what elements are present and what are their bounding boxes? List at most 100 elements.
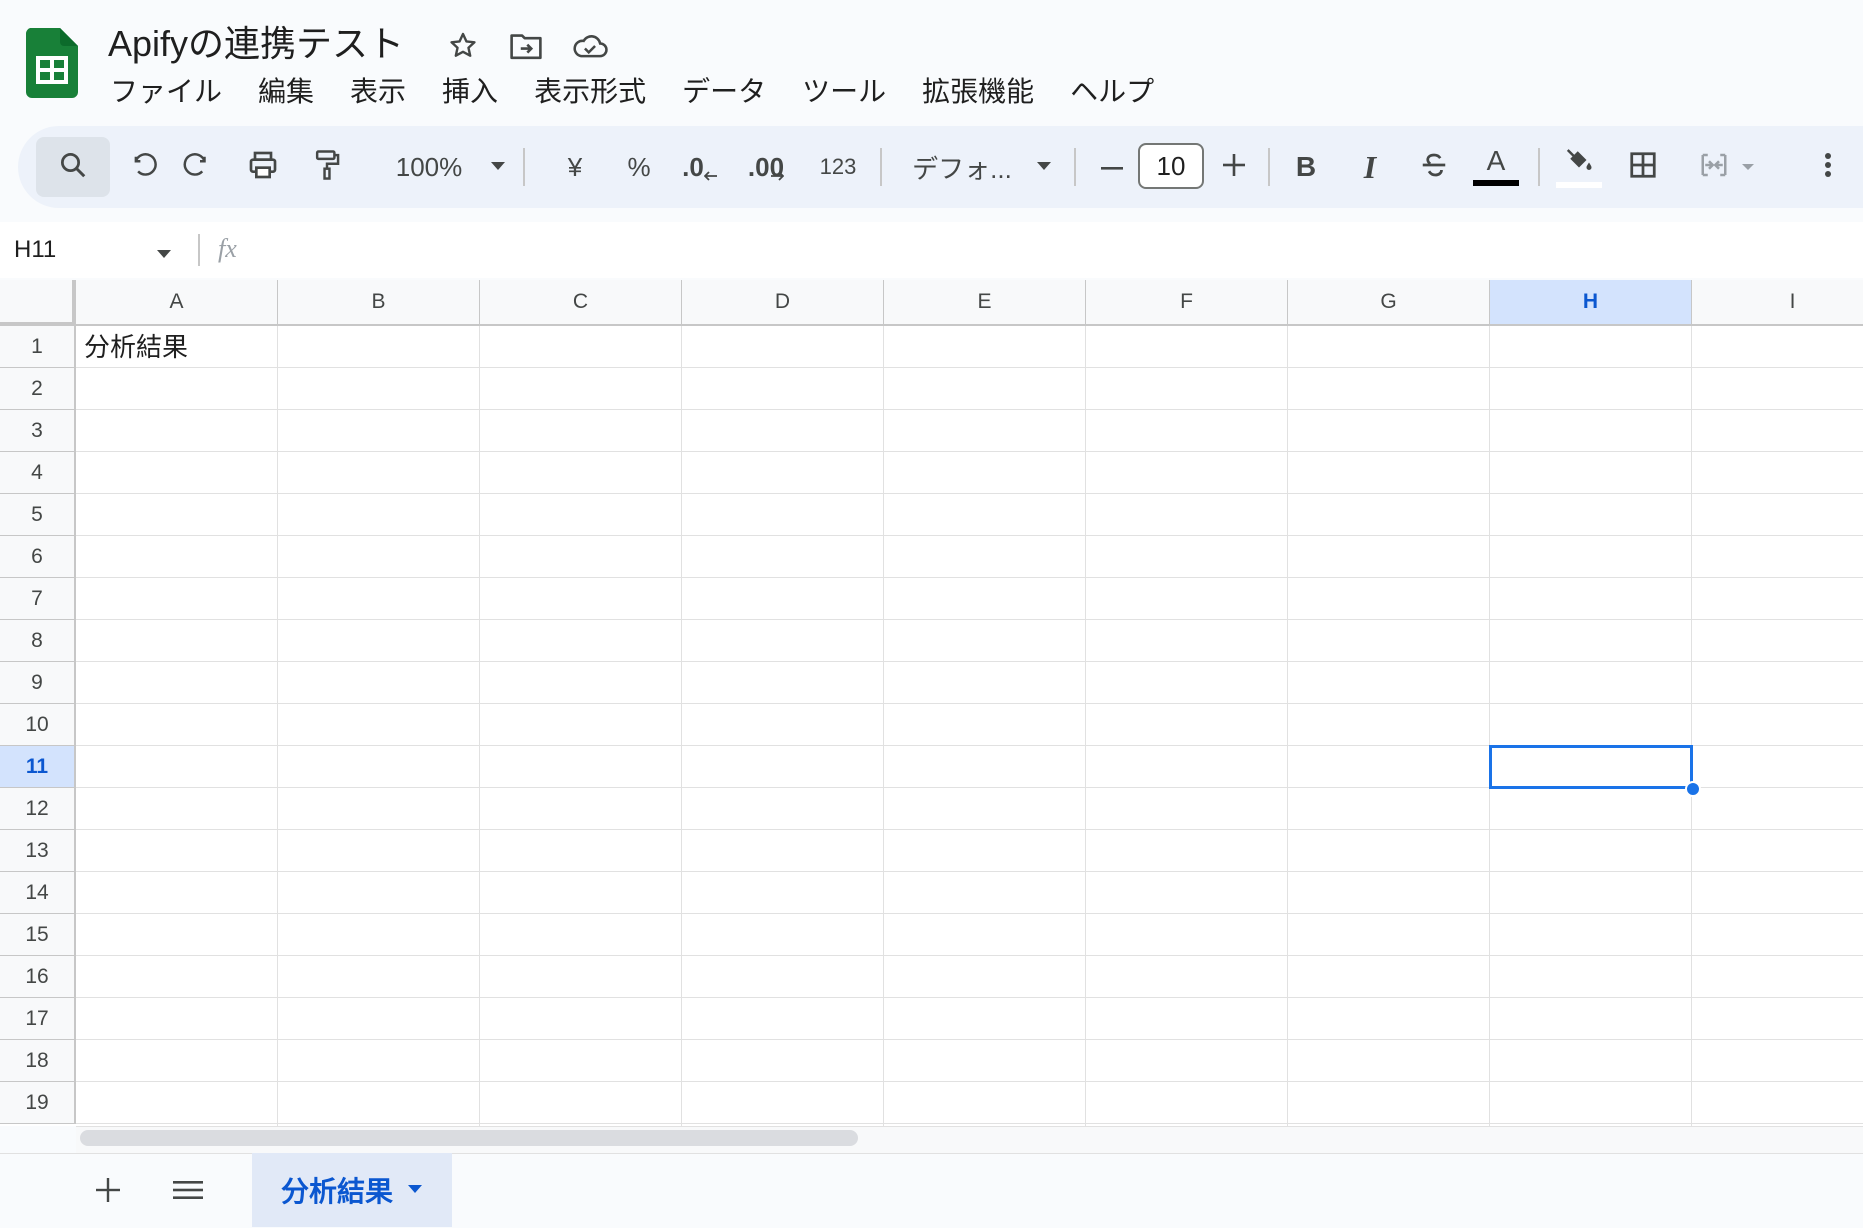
increase-font-size-button[interactable]	[1210, 137, 1258, 197]
cell-a1[interactable]: 分析結果	[84, 327, 188, 367]
strikethrough-button[interactable]	[1410, 137, 1458, 197]
menu-file[interactable]: ファイル	[92, 70, 240, 114]
strikethrough-icon	[1419, 150, 1449, 185]
column-header-i[interactable]: I	[1692, 280, 1863, 326]
row-header-11[interactable]: 11	[0, 746, 76, 788]
grid-line	[1085, 326, 1086, 1126]
format-currency-button[interactable]: ¥	[550, 137, 600, 197]
menu-help[interactable]: ヘルプ	[1052, 70, 1172, 114]
row-header-8[interactable]: 8	[0, 620, 76, 662]
row-header-15[interactable]: 15	[0, 914, 76, 956]
row-header-17[interactable]: 17	[0, 998, 76, 1040]
fill-handle[interactable]	[1685, 781, 1701, 797]
grid-line	[76, 703, 1863, 704]
decrease-decimal-label: .0	[682, 151, 704, 182]
menu-extensions[interactable]: 拡張機能	[904, 70, 1052, 114]
column-header-b[interactable]: B	[278, 280, 480, 326]
font-size-input[interactable]: 10	[1138, 143, 1204, 189]
row-header-5[interactable]: 5	[0, 494, 76, 536]
grid-line	[1691, 326, 1692, 1126]
undo-button[interactable]	[118, 137, 168, 197]
text-color-button[interactable]: A	[1470, 137, 1522, 197]
plus-icon	[1223, 153, 1245, 181]
cloud-saved-icon[interactable]	[570, 26, 610, 66]
name-box[interactable]: H11	[0, 222, 186, 278]
row-header-14[interactable]: 14	[0, 872, 76, 914]
grid-line	[76, 955, 1863, 956]
toolbar-divider	[523, 148, 525, 186]
menu-view[interactable]: 表示	[332, 70, 424, 114]
menu-data[interactable]: データ	[664, 70, 784, 114]
column-header-d[interactable]: D	[682, 280, 884, 326]
selected-cell-outline[interactable]	[1489, 745, 1693, 789]
row-header-3[interactable]: 3	[0, 410, 76, 452]
row-header-16[interactable]: 16	[0, 956, 76, 998]
format-percent-button[interactable]: %	[614, 137, 664, 197]
bold-button[interactable]: B	[1282, 137, 1330, 197]
row-header-1[interactable]: 1	[0, 326, 76, 368]
grid-line	[883, 326, 884, 1126]
star-icon[interactable]	[443, 26, 483, 66]
menu-tools[interactable]: ツール	[784, 70, 904, 114]
horizontal-scrollbar-thumb[interactable]	[80, 1130, 858, 1146]
italic-button[interactable]: I	[1346, 137, 1394, 197]
row-header-2[interactable]: 2	[0, 368, 76, 410]
spreadsheet-grid[interactable]: A B C D E F G H I 1 2 3 4 5 6 7 8 9 10 11 12 13 14 15 16 17 18 19 分析…	[0, 280, 1863, 1126]
increase-decimal-button[interactable]: .00	[736, 137, 796, 197]
redo-button[interactable]	[172, 137, 222, 197]
row-header-6[interactable]: 6	[0, 536, 76, 578]
undo-icon	[128, 150, 158, 185]
chevron-down-icon[interactable]	[407, 1181, 423, 1199]
document-title[interactable]: Apifyの連携テスト	[108, 19, 404, 69]
search-icon	[58, 150, 88, 185]
grid-line	[76, 997, 1863, 998]
number-format-button[interactable]: 123	[806, 137, 870, 197]
grid-line	[76, 409, 1863, 410]
text-color-swatch	[1473, 180, 1519, 186]
arrow-right-icon	[770, 168, 785, 186]
move-folder-icon[interactable]	[506, 26, 546, 66]
zoom-select[interactable]: 100%	[376, 137, 526, 197]
more-options-button[interactable]	[1808, 137, 1848, 197]
column-header-g[interactable]: G	[1288, 280, 1490, 326]
grid-line	[681, 326, 682, 1126]
chevron-down-icon	[1036, 158, 1052, 176]
row-header-4[interactable]: 4	[0, 452, 76, 494]
paint-format-button[interactable]	[302, 137, 352, 197]
borders-button[interactable]	[1618, 137, 1668, 197]
sheet-tab[interactable]: 分析結果	[252, 1153, 452, 1227]
print-button[interactable]	[238, 137, 288, 197]
menu-insert[interactable]: 挿入	[424, 70, 516, 114]
font-family-select[interactable]: デフォ...	[894, 137, 1070, 197]
row-header-13[interactable]: 13	[0, 830, 76, 872]
merge-cells-button[interactable]	[1684, 137, 1770, 197]
paint-format-icon	[312, 149, 342, 186]
fill-color-button[interactable]	[1554, 137, 1604, 197]
row-header-10[interactable]: 10	[0, 704, 76, 746]
grid-line	[76, 661, 1863, 662]
column-header-a[interactable]: A	[76, 280, 278, 326]
decrease-font-size-button[interactable]	[1088, 137, 1136, 197]
column-header-f[interactable]: F	[1086, 280, 1288, 326]
row-header-12[interactable]: 12	[0, 788, 76, 830]
sheets-logo-icon[interactable]	[25, 28, 79, 98]
select-all-corner[interactable]	[0, 280, 76, 326]
column-header-h[interactable]: H	[1490, 280, 1692, 326]
row-header-19[interactable]: 19	[0, 1082, 76, 1124]
decrease-decimal-button[interactable]: .0	[672, 137, 728, 197]
all-sheets-button[interactable]	[168, 1172, 208, 1212]
column-header-c[interactable]: C	[480, 280, 682, 326]
menu-edit[interactable]: 編集	[240, 70, 332, 114]
row-header-9[interactable]: 9	[0, 662, 76, 704]
merge-cells-icon	[1699, 150, 1729, 185]
more-vert-icon	[1824, 152, 1832, 183]
row-header-7[interactable]: 7	[0, 578, 76, 620]
row-header-18[interactable]: 18	[0, 1040, 76, 1082]
search-menus-button[interactable]	[36, 137, 110, 197]
text-color-label: A	[1486, 145, 1506, 176]
add-sheet-button[interactable]	[88, 1172, 128, 1212]
grid-line	[76, 451, 1863, 452]
formula-input[interactable]	[264, 230, 1844, 270]
menu-format[interactable]: 表示形式	[516, 70, 664, 114]
column-header-e[interactable]: E	[884, 280, 1086, 326]
